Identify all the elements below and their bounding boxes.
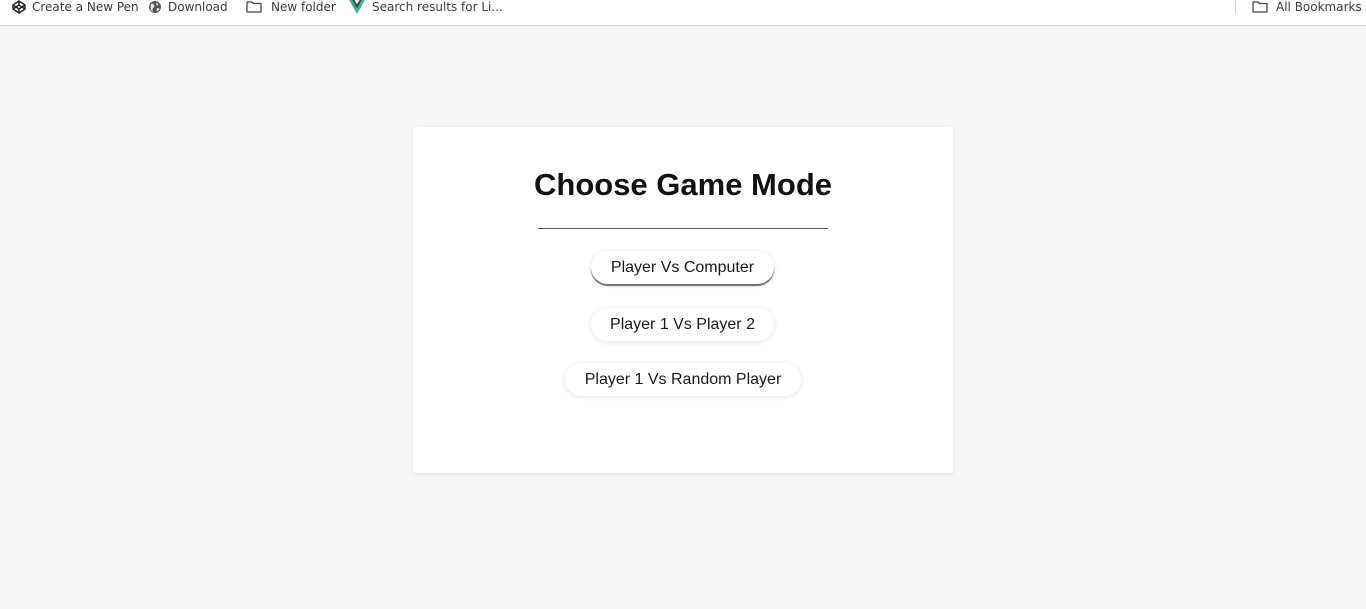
bookmarks-separator [1235, 0, 1236, 14]
bookmark-download[interactable]: Download [148, 0, 228, 14]
globe-icon [148, 0, 162, 14]
player-vs-computer-button[interactable]: Player Vs Computer [591, 251, 774, 284]
bookmark-search-results[interactable]: Search results for Li... [349, 0, 503, 14]
bookmark-all-bookmarks[interactable]: All Bookmarks [1252, 0, 1362, 14]
player1-vs-player2-button[interactable]: Player 1 Vs Player 2 [591, 308, 774, 341]
bookmark-create-new-pen[interactable]: Create a New Pen [12, 0, 139, 14]
player1-vs-random-player-button[interactable]: Player 1 Vs Random Player [565, 363, 801, 396]
codepen-icon [12, 0, 26, 14]
bookmark-new-folder[interactable]: New folder [246, 0, 336, 14]
bookmarks-bar: Create a New Pen Download New folder Sea… [0, 0, 1366, 26]
bookmark-label: Create a New Pen [32, 0, 139, 14]
folder-icon [1252, 0, 1268, 13]
bookmark-label: All Bookmarks [1276, 0, 1362, 14]
bookmark-label: New folder [271, 0, 336, 14]
folder-icon [246, 0, 262, 13]
bookmark-label: Download [168, 0, 228, 14]
game-mode-card: Choose Game Mode Player Vs Computer Play… [413, 127, 953, 473]
bookmark-label: Search results for Li... [372, 0, 503, 14]
title-divider [538, 228, 828, 229]
vue-logo-icon [349, 0, 365, 14]
page-title: Choose Game Mode [534, 167, 832, 202]
